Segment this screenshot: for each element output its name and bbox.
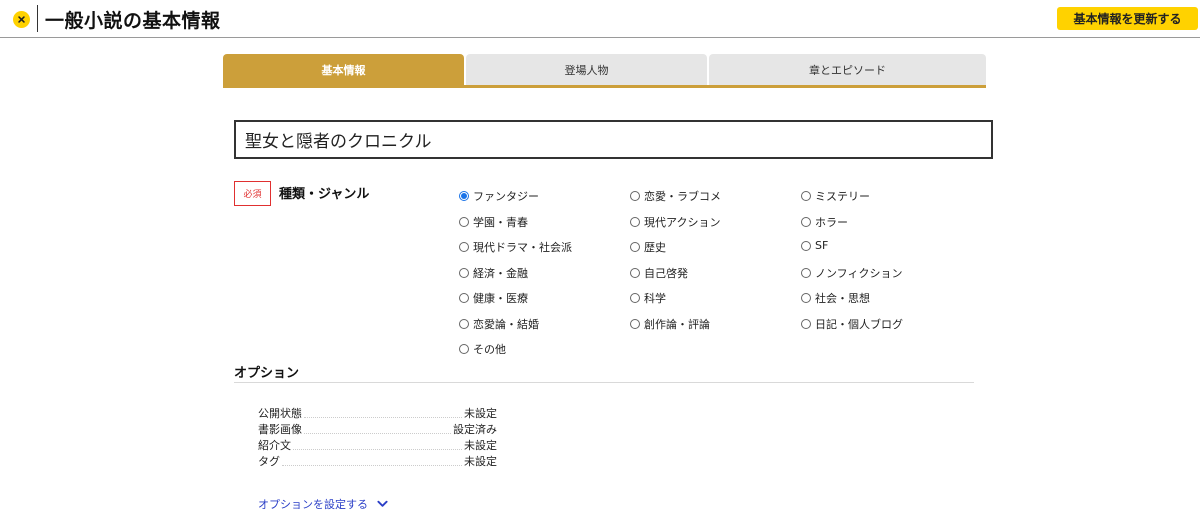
radio-button-icon[interactable] (801, 191, 811, 201)
genre-radio-option[interactable]: 経済・金融 (459, 265, 528, 281)
radio-button-icon[interactable] (630, 318, 640, 329)
genre-radio-option[interactable]: ホラー (801, 214, 848, 230)
option-leader (304, 417, 462, 418)
radio-button-icon[interactable] (630, 242, 640, 252)
options-heading: オプション (234, 366, 300, 381)
update-info-button[interactable]: 基本情報を更新する (1057, 7, 1198, 30)
option-row-cover-image: 書影画像 設定済み (258, 421, 497, 437)
header-bar: 一般小説の基本情報 基本情報を更新する (0, 0, 1200, 38)
radio-button-icon[interactable] (459, 318, 469, 329)
option-label: 紹介文 (258, 437, 293, 453)
genre-option-label: ノンフィクション (815, 266, 903, 280)
required-badge: 必須 (234, 181, 271, 206)
radio-button-icon[interactable] (459, 242, 469, 252)
genre-radio-option[interactable]: ノンフィクション (801, 265, 902, 281)
genre-option-label: 学園・青春 (473, 215, 528, 229)
set-options-label: オプションを設定する (258, 498, 368, 511)
genre-radio-option[interactable]: ミステリー (801, 188, 870, 204)
genre-label: 種類・ジャンル (279, 187, 370, 202)
radio-button-icon[interactable] (630, 216, 640, 227)
close-button[interactable] (13, 11, 30, 28)
option-value: 設定済み (451, 421, 497, 437)
radio-button-icon[interactable] (459, 293, 469, 303)
option-label: タグ (258, 453, 282, 469)
genre-radio-option[interactable]: 現代アクション (630, 214, 720, 230)
option-label: 公開状態 (258, 405, 304, 421)
genre-option-label: 経済・金融 (473, 266, 528, 280)
genre-option-label: 科学 (644, 292, 666, 305)
genre-option-label: 健康・医療 (473, 292, 528, 305)
genre-radio-option[interactable]: 健康・医療 (459, 290, 528, 306)
genre-radio-option[interactable]: 歴史 (630, 239, 666, 255)
option-leader (293, 449, 462, 450)
genre-radio-option[interactable]: その他 (459, 341, 506, 357)
genre-option-label: 自己啓発 (644, 266, 688, 280)
option-leader (304, 433, 451, 434)
option-value: 未設定 (462, 437, 497, 453)
chevron-down-icon (377, 500, 388, 507)
tab-bar: 基本情報 登場人物 章とエピソード (223, 54, 986, 88)
genre-radio-option[interactable]: 日記・個人ブログ (801, 316, 903, 332)
genre-radio-option[interactable]: 科学 (630, 290, 666, 306)
set-options-link[interactable]: オプションを設定する (258, 496, 388, 512)
genre-option-label: ミステリー (815, 190, 870, 203)
page-title: 一般小説の基本情報 (45, 10, 221, 32)
option-row-visibility: 公開状態 未設定 (258, 405, 497, 421)
close-icon (18, 16, 25, 23)
radio-button-icon[interactable] (459, 191, 469, 201)
genre-option-label: 現代アクション (644, 215, 721, 229)
genre-option-label: SF (815, 239, 829, 252)
genre-option-label: 恋愛論・結婚 (473, 317, 539, 331)
genre-option-label: 日記・個人ブログ (815, 317, 903, 331)
radio-button-icon[interactable] (459, 344, 469, 354)
radio-button-icon[interactable] (801, 216, 811, 227)
work-title-input[interactable] (234, 120, 993, 159)
genre-radio-option[interactable]: 創作論・評論 (630, 316, 710, 332)
genre-option-label: 社会・思想 (815, 292, 870, 305)
genre-option-label: 創作論・評論 (644, 317, 710, 331)
radio-button-icon[interactable] (459, 267, 469, 278)
genre-radio-option[interactable]: 自己啓発 (630, 265, 688, 281)
genre-radio-option[interactable]: 恋愛論・結婚 (459, 316, 539, 332)
genre-radio-option[interactable]: SF (801, 239, 828, 252)
genre-option-label: ホラー (815, 215, 848, 229)
genre-option-label: 現代ドラマ・社会派 (473, 241, 572, 254)
radio-button-icon[interactable] (801, 240, 811, 251)
radio-button-icon[interactable] (630, 191, 640, 201)
option-label: 書影画像 (258, 421, 304, 437)
radio-button-icon[interactable] (801, 318, 811, 329)
genre-radio-option[interactable]: 現代ドラマ・社会派 (459, 239, 572, 255)
option-value: 未設定 (462, 405, 497, 421)
genre-option-label: 歴史 (644, 241, 666, 254)
option-value: 未設定 (462, 453, 497, 469)
radio-button-icon[interactable] (459, 216, 469, 227)
radio-button-icon[interactable] (630, 267, 640, 278)
genre-radio-option[interactable]: 社会・思想 (801, 290, 870, 306)
genre-option-label: その他 (473, 343, 506, 356)
option-row-tags: タグ 未設定 (258, 453, 497, 469)
tab-basic-info[interactable]: 基本情報 (223, 54, 464, 85)
option-row-introduction: 紹介文 未設定 (258, 437, 497, 453)
header-divider (37, 5, 38, 32)
option-leader (282, 465, 462, 466)
tab-chapters-episodes[interactable]: 章とエピソード (709, 54, 986, 85)
genre-option-label: ファンタジー (473, 190, 539, 203)
genre-radio-option[interactable]: 恋愛・ラブコメ (630, 188, 721, 204)
radio-button-icon[interactable] (630, 293, 640, 303)
genre-radio-option[interactable]: 学園・青春 (459, 214, 528, 230)
genre-option-label: 恋愛・ラブコメ (644, 190, 721, 203)
options-divider (234, 382, 974, 383)
radio-button-icon[interactable] (801, 267, 811, 278)
genre-radio-option[interactable]: ファンタジー (459, 188, 539, 204)
radio-button-icon[interactable] (801, 293, 811, 303)
tab-characters[interactable]: 登場人物 (466, 54, 707, 85)
